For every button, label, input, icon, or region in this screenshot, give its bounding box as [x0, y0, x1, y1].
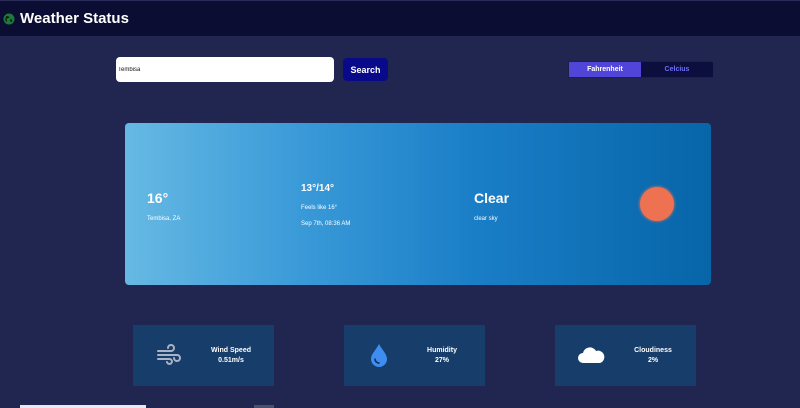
location-label: Tembisa, ZA: [147, 216, 181, 222]
wind-icon: [157, 344, 181, 365]
wind-speed-value: 0.51m/s: [218, 357, 244, 364]
cloud-icon: [578, 347, 605, 363]
sun-icon: [640, 187, 674, 221]
datetime-label: Sep 7th, 08:36 AM: [301, 221, 351, 227]
humidity-value: 27%: [434, 357, 449, 364]
wind-speed-card: Wind Speed 0.51m/s: [133, 325, 274, 386]
top-bar: Weather Status: [0, 0, 800, 36]
min-max-temperature: 13°/14°: [301, 183, 335, 194]
wind-speed-label: Wind Speed: [211, 347, 251, 354]
city-search-input[interactable]: [116, 57, 334, 82]
weather-description: clear sky: [474, 216, 498, 222]
humidity-label: Humidity: [427, 347, 457, 354]
weather-condition: Clear: [474, 190, 510, 206]
cloudiness-value: 2%: [647, 357, 659, 364]
search-button[interactable]: Search: [343, 58, 388, 81]
cloudiness-card: Cloudiness 2%: [555, 325, 696, 386]
celcius-button[interactable]: Celcius: [641, 62, 713, 77]
feels-like-label: Feels like 16°: [301, 205, 338, 211]
cloudiness-label: Cloudiness: [634, 347, 672, 354]
unit-toggle: Fahrenheit Celcius: [568, 61, 713, 78]
app-title: Weather Status: [20, 10, 129, 27]
globe-icon: [3, 13, 15, 25]
fahrenheit-button[interactable]: Fahrenheit: [569, 62, 641, 77]
current-weather-card: 16° Tembisa, ZA 13°/14° Feels like 16° S…: [125, 123, 711, 285]
humidity-card: Humidity 27%: [344, 325, 485, 386]
current-temperature: 16°: [147, 190, 169, 206]
water-drop-icon: [371, 344, 387, 367]
